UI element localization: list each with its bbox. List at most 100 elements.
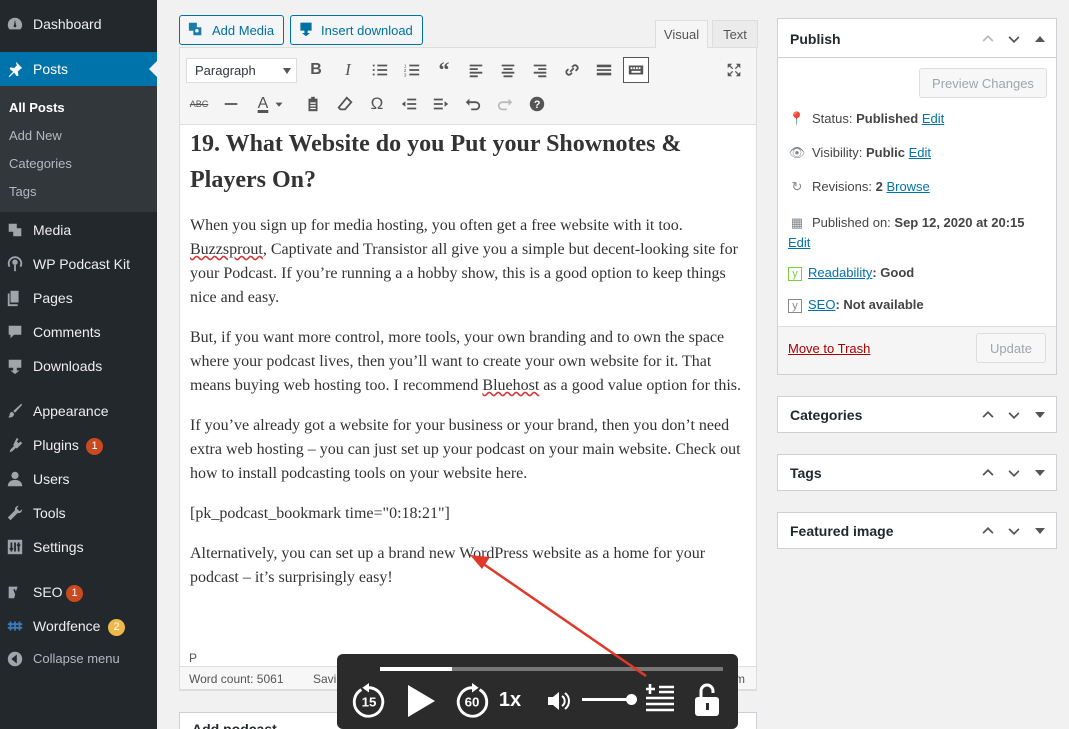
chevron-down-icon[interactable] <box>1006 465 1022 481</box>
volume-knob[interactable] <box>626 694 637 705</box>
toggle-panel-icon[interactable] <box>1032 407 1048 423</box>
toggle-panel-icon[interactable] <box>1032 465 1048 481</box>
play-button[interactable] <box>401 682 441 720</box>
align-right-icon[interactable] <box>527 57 553 83</box>
seo-link[interactable]: SEO <box>808 297 835 312</box>
forward-button[interactable]: 60 <box>452 681 492 721</box>
submenu-categories[interactable]: Categories <box>9 156 72 171</box>
media-icon <box>187 21 205 40</box>
preview-changes-button[interactable]: Preview Changes <box>919 68 1047 98</box>
editor: Paragraph B I 123 “ ABC A Ω ? 19. What W… <box>179 47 757 691</box>
format-select[interactable]: Paragraph <box>186 58 297 83</box>
play-icon <box>408 685 435 717</box>
collapse-menu-button[interactable]: Collapse menu <box>0 642 157 676</box>
insert-download-button[interactable]: Insert download <box>290 15 423 45</box>
menu-settings[interactable]: Settings <box>0 530 157 564</box>
chevron-down-icon[interactable] <box>1006 407 1022 423</box>
menu-downloads[interactable]: Downloads <box>0 349 157 383</box>
menu-posts[interactable]: Posts <box>0 52 157 86</box>
paste-text-icon[interactable] <box>300 91 326 117</box>
horizontal-line-icon[interactable] <box>218 91 244 117</box>
yoast-readability-icon: y <box>788 267 802 281</box>
menu-dashboard[interactable]: Dashboard <box>0 7 157 41</box>
special-character-icon[interactable]: Ω <box>364 91 390 117</box>
outdent-icon[interactable] <box>396 91 422 117</box>
add-media-button[interactable]: Add Media <box>179 15 285 45</box>
content-paragraph: But, if you want more control, more tool… <box>190 326 750 398</box>
menu-plugins[interactable]: Plugins 1 <box>0 428 157 462</box>
toggle-panel-icon[interactable] <box>1032 31 1048 47</box>
yoast-seo-icon: y <box>788 299 802 313</box>
seo-row: y SEO: Not available <box>788 297 924 313</box>
strikethrough-icon[interactable]: ABC <box>186 91 212 117</box>
update-button[interactable]: Update <box>976 333 1046 363</box>
speed-button[interactable]: 1x <box>495 686 525 714</box>
submenu-tags[interactable]: Tags <box>9 184 36 199</box>
menu-tools[interactable]: Tools <box>0 496 157 530</box>
add-media-label: Add Media <box>212 22 275 38</box>
menu-media[interactable]: Media <box>0 213 157 247</box>
content-paragraph: If you’ve already got a website for your… <box>190 417 741 482</box>
chevron-down-icon[interactable] <box>1006 31 1022 47</box>
read-more-icon[interactable] <box>591 57 617 83</box>
edit-date-link[interactable]: Edit <box>788 235 810 250</box>
submenu-add-new[interactable]: Add New <box>9 128 62 143</box>
readability-link[interactable]: Readability <box>808 265 872 280</box>
tab-text[interactable]: Text <box>712 20 758 48</box>
bold-icon[interactable]: B <box>303 57 329 83</box>
pin-icon <box>6 60 24 78</box>
volume-slider[interactable] <box>582 694 637 705</box>
volume-icon[interactable] <box>546 688 572 714</box>
move-to-trash-link[interactable]: Move to Trash <box>788 341 870 356</box>
bluehost-link[interactable]: Bluehost <box>482 377 539 394</box>
chevron-up-icon[interactable] <box>980 407 996 423</box>
plugins-update-badge: 1 <box>86 438 103 455</box>
chevron-up-icon[interactable] <box>980 31 996 47</box>
pages-icon <box>6 289 24 307</box>
indent-icon[interactable] <box>428 91 454 117</box>
progress-bar[interactable] <box>380 667 723 671</box>
menu-label: Wordfence <box>33 618 101 634</box>
redo-icon[interactable] <box>492 91 518 117</box>
podcast-icon <box>6 255 24 273</box>
blockquote-icon[interactable]: “ <box>431 57 457 83</box>
fullscreen-icon[interactable] <box>721 57 747 83</box>
menu-pages[interactable]: Pages <box>0 281 157 315</box>
clear-formatting-icon[interactable] <box>332 91 358 117</box>
italic-icon[interactable]: I <box>335 57 361 83</box>
submenu-all-posts[interactable]: All Posts <box>9 100 65 115</box>
align-center-icon[interactable] <box>495 57 521 83</box>
chevron-up-icon[interactable] <box>980 465 996 481</box>
menu-seo[interactable]: SEO 1 <box>0 575 157 609</box>
toolbar-toggle-icon[interactable] <box>623 57 649 83</box>
rewind-button[interactable]: 15 <box>349 681 389 721</box>
menu-users[interactable]: Users <box>0 462 157 496</box>
bullet-list-icon[interactable] <box>367 57 393 83</box>
chevron-down-icon[interactable] <box>1006 523 1022 539</box>
align-left-icon[interactable] <box>463 57 489 83</box>
help-icon[interactable]: ? <box>524 91 550 117</box>
link-icon[interactable] <box>559 57 585 83</box>
menu-label: Downloads <box>33 358 103 374</box>
menu-comments[interactable]: Comments <box>0 315 157 349</box>
edit-status-link[interactable]: Edit <box>922 111 944 126</box>
text-run: When you sign up for media hosting, you … <box>190 217 683 234</box>
toggle-panel-icon[interactable] <box>1032 523 1048 539</box>
post-content[interactable]: 19. What Website do you Put your Shownot… <box>190 126 750 590</box>
chevron-up-icon[interactable] <box>980 523 996 539</box>
menu-appearance[interactable]: Appearance <box>0 394 157 428</box>
numbered-list-icon[interactable]: 123 <box>399 57 425 83</box>
menu-label: Comments <box>33 324 101 340</box>
menu-wordfence[interactable]: Wordfence 2 <box>0 609 157 643</box>
menu-wp-podcast-kit[interactable]: WP Podcast Kit <box>0 247 157 281</box>
menu-label: Users <box>33 471 70 487</box>
bookmark-button[interactable] <box>643 682 677 716</box>
browse-revisions-link[interactable]: Browse <box>886 179 929 194</box>
value: 2 <box>875 179 883 194</box>
tab-visual[interactable]: Visual <box>655 20 708 48</box>
undo-icon[interactable] <box>460 91 486 117</box>
edit-visibility-link[interactable]: Edit <box>909 145 931 160</box>
lock-button[interactable] <box>692 682 722 718</box>
chevron-down-icon[interactable] <box>272 91 286 117</box>
menu-label: Posts <box>33 61 69 77</box>
